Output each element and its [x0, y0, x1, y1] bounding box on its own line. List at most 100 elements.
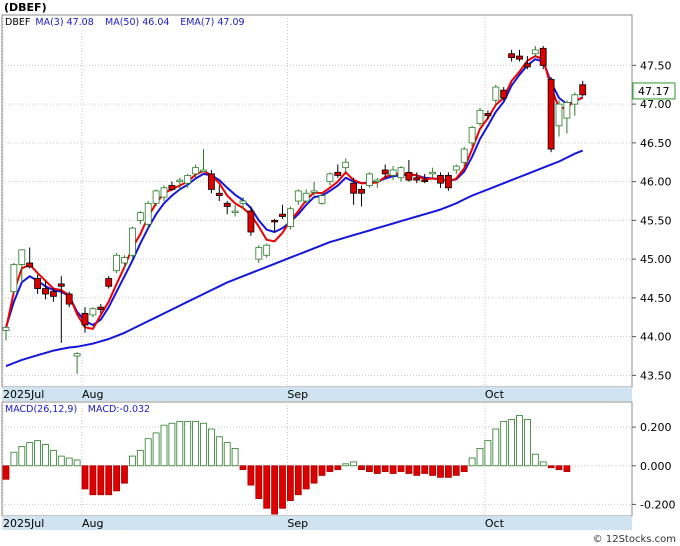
- candle-body: [247, 210, 255, 233]
- candle-body: [10, 264, 18, 293]
- macd-bar: [207, 428, 215, 467]
- candle-body: [89, 308, 97, 316]
- macd-bar: [65, 457, 73, 467]
- candle-body: [65, 293, 73, 305]
- candle-body: [223, 202, 231, 207]
- price-y-tick-label: 44.00: [640, 331, 672, 344]
- macd-x-tick-label: Oct: [485, 517, 505, 530]
- macd-bar: [444, 465, 452, 478]
- candle-body: [286, 208, 294, 227]
- candle-body: [34, 278, 41, 289]
- candle-body: [152, 190, 160, 204]
- macd-bar: [105, 465, 113, 496]
- macd-bar: [192, 420, 200, 467]
- macd-y-tick-label: 0.000: [640, 460, 672, 473]
- candle-body: [200, 169, 207, 172]
- macd-bar: [326, 465, 334, 472]
- candle-body: [310, 190, 318, 193]
- macd-bar: [381, 465, 389, 472]
- candle-body: [192, 167, 200, 175]
- macd-y-tick-label: -0.200: [640, 498, 675, 511]
- candle-body: [105, 278, 113, 287]
- candle-body: [413, 177, 421, 181]
- candle-body: [263, 244, 271, 256]
- candle-body: [516, 55, 523, 60]
- macd-bar: [73, 459, 81, 467]
- candle-body: [468, 126, 476, 144]
- macd-bar: [160, 424, 168, 467]
- price-panel: 43.50 44.00 44.50 45.00 45.50 46.00 46.50 47.00…: [1, 14, 676, 401]
- candle-body: [294, 190, 302, 202]
- candle: [263, 243, 271, 258]
- price-y-tick-label: 43.50: [640, 369, 672, 382]
- candle-body: [397, 167, 405, 179]
- macd-bar: [279, 465, 286, 509]
- candle: [476, 108, 484, 126]
- macd-bar: [255, 465, 263, 500]
- candle-body: [57, 283, 65, 287]
- candle: [365, 172, 373, 188]
- macd-bar: [176, 420, 184, 467]
- macd-bar: [547, 465, 555, 469]
- candle-body: [381, 169, 389, 175]
- candle: [144, 201, 152, 229]
- macd-bar: [555, 465, 563, 471]
- candle: [286, 206, 294, 230]
- candle-body: [539, 47, 547, 66]
- price-y-tick-label: 45.00: [640, 253, 672, 266]
- macd-bar: [34, 440, 41, 467]
- macd-bar: [57, 455, 65, 467]
- candle-body: [326, 173, 334, 183]
- candle-body: [444, 175, 452, 189]
- macd-bar: [334, 465, 342, 471]
- candle-body: [350, 182, 358, 194]
- candle-body: [42, 288, 49, 295]
- candle-body: [136, 212, 144, 221]
- candle-body: [121, 257, 128, 264]
- macd-bar: [389, 465, 397, 474]
- candle-body: [547, 78, 555, 150]
- candle-body: [50, 291, 57, 297]
- macd-bar: [476, 447, 484, 467]
- macd-bar: [2, 465, 10, 480]
- price-x-tick-label: Oct: [485, 388, 505, 401]
- macd-bar: [81, 465, 89, 490]
- macd-bar: [271, 465, 279, 515]
- candle-body: [429, 171, 437, 175]
- candle-body: [207, 173, 215, 190]
- candle-body: [492, 86, 500, 101]
- candle-body: [73, 353, 81, 357]
- candle: [10, 263, 18, 294]
- macd-y-tick-label: 0.200: [640, 421, 672, 434]
- price-y-tick-label: 46.00: [640, 176, 672, 189]
- macd-bar: [215, 436, 223, 467]
- candle-body: [113, 254, 120, 272]
- macd-bar: [397, 465, 405, 472]
- macd-bar: [302, 465, 310, 490]
- macd-bar: [247, 465, 255, 486]
- candle: [539, 46, 547, 70]
- candle-body: [18, 249, 26, 265]
- candle-body: [168, 185, 176, 190]
- macd-panel: 0.200 0.000 -0.200 2025Jul Aug Sep Oct MACD(2…: [1, 401, 675, 530]
- macd-bar: [413, 465, 421, 476]
- macd-x-tick-label: Aug: [82, 517, 103, 530]
- watermark: © 12Stocks.com: [593, 534, 676, 545]
- macd-bar: [89, 465, 97, 496]
- legend-entry: MA(3) 47.08: [35, 17, 93, 28]
- candle-body: [373, 179, 381, 183]
- candle-body: [128, 227, 136, 256]
- legend-entry: MA(50) 46.04: [105, 17, 169, 28]
- macd-bar: [184, 420, 192, 467]
- macd-bar: [42, 444, 49, 467]
- macd-bar: [563, 465, 571, 472]
- macd-x-tick-label: 2025Jul: [3, 517, 44, 530]
- candle-body: [81, 312, 89, 326]
- candle-body: [389, 169, 397, 176]
- macd-bar: [524, 418, 531, 467]
- candle-body: [531, 49, 539, 55]
- candle-body: [452, 165, 460, 171]
- macd-bar: [231, 447, 239, 467]
- candle-body: [184, 175, 192, 184]
- macd-legend-entry: MACD:-0.032: [88, 404, 150, 415]
